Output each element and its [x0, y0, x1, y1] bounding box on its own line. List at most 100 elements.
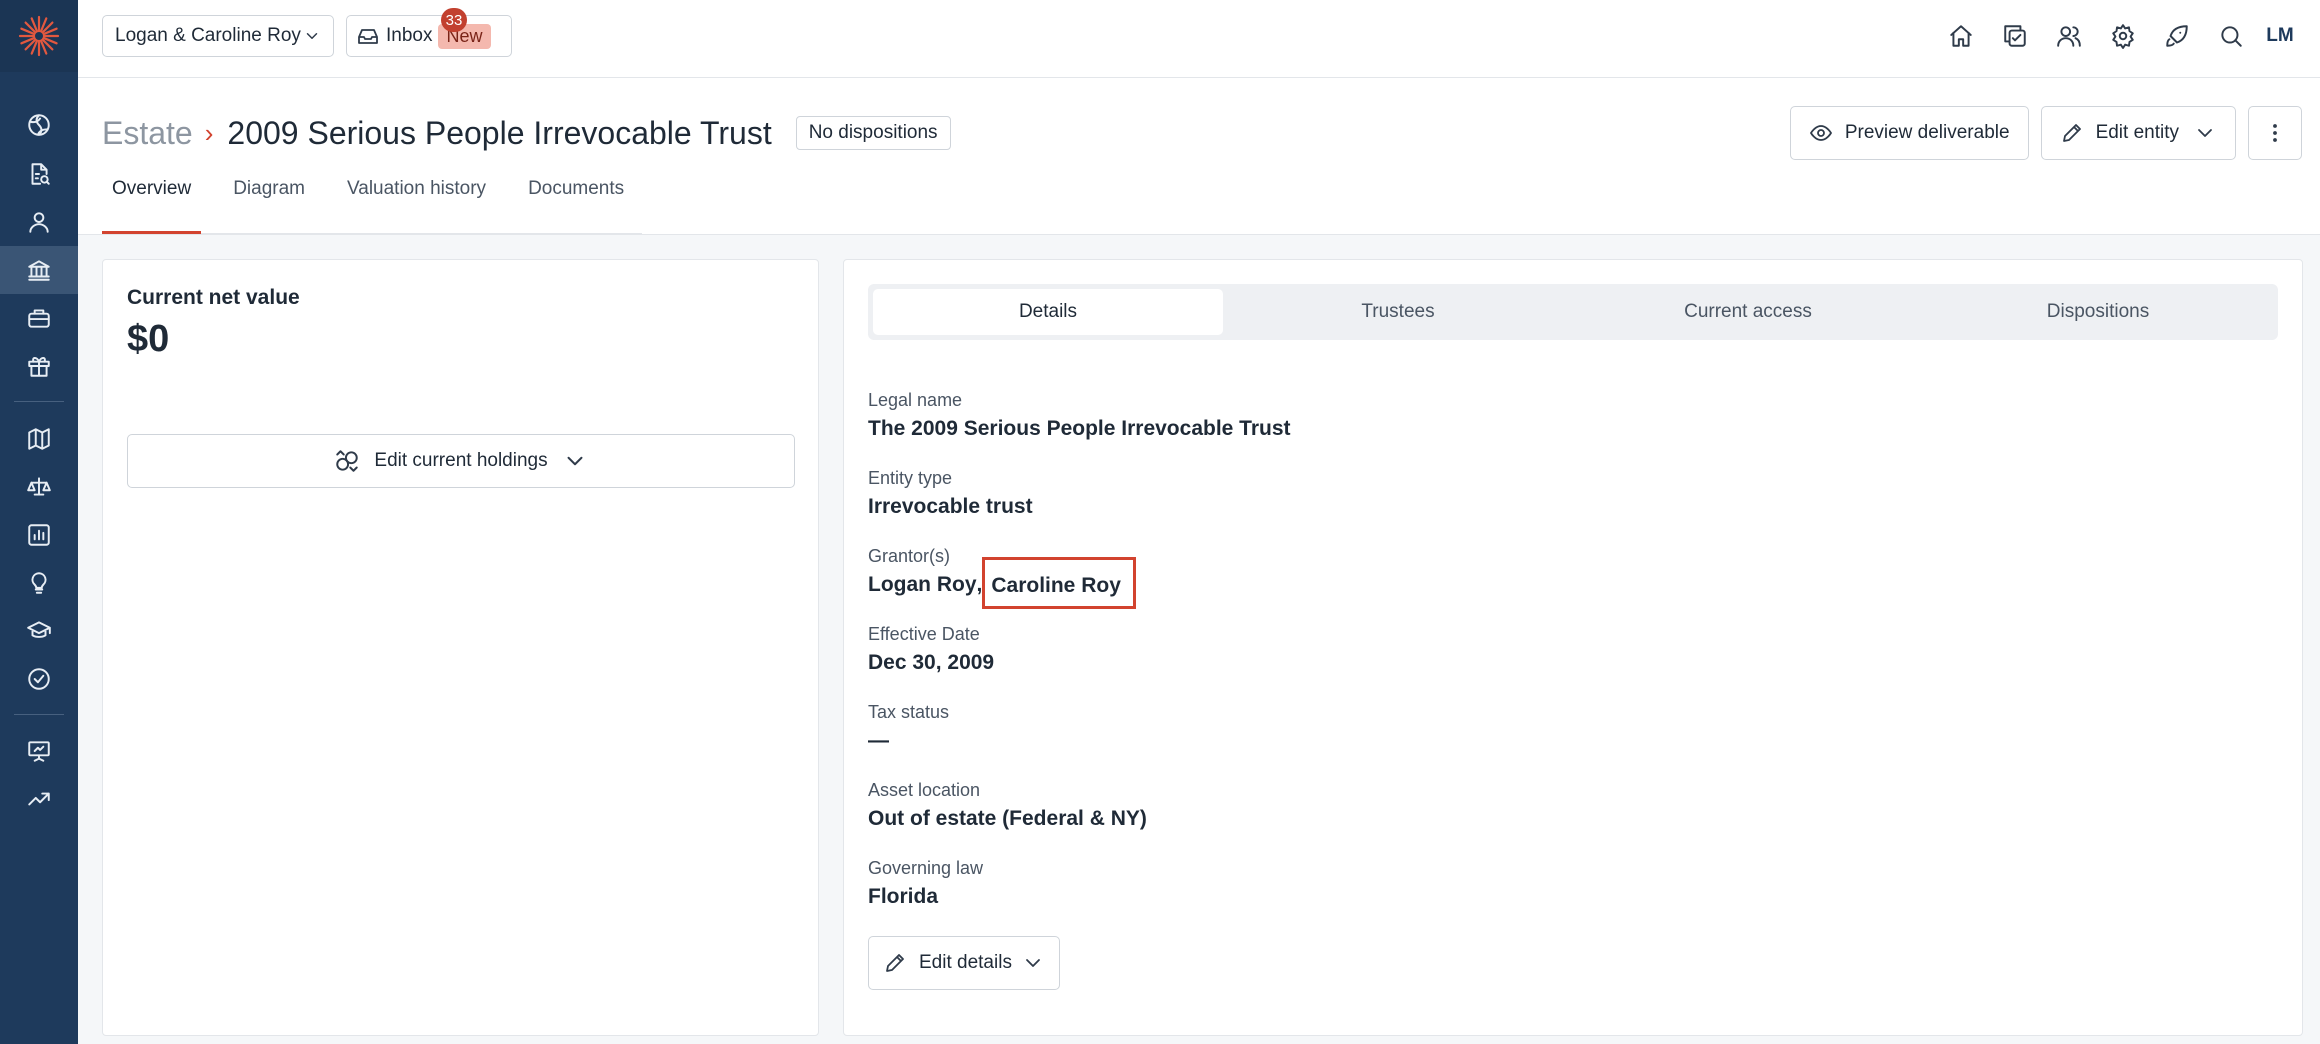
tasks-button[interactable]	[1988, 9, 2042, 63]
chevron-down-icon	[306, 33, 318, 39]
rail-item-gifting[interactable]	[0, 342, 78, 390]
inbox-button[interactable]: Inbox New 33	[346, 8, 512, 57]
entity-type-value: Irrevocable trust	[868, 495, 1033, 518]
preview-deliverable-label: Preview deliverable	[1844, 122, 2010, 143]
rail-item-map[interactable]	[0, 415, 78, 463]
kebab-menu-icon	[2273, 124, 2277, 142]
home-button[interactable]	[1934, 9, 1988, 63]
graduation-cap-icon	[27, 621, 51, 638]
tab-documents[interactable]: Documents	[518, 178, 634, 234]
rocket-icon	[2166, 25, 2188, 47]
legal-name-label: Legal name	[868, 390, 963, 410]
map-icon	[28, 428, 50, 450]
grantor-caroline-roy-highlighted[interactable]: Caroline Roy	[982, 557, 1136, 609]
household-label: Logan & Caroline Roy	[115, 25, 301, 46]
rail-item-estate[interactable]	[0, 246, 78, 294]
breadcrumb: Estate › 2009 Serious People Irrevocable…	[102, 108, 951, 158]
bar-chart-icon	[28, 524, 50, 546]
edit-entity-label: Edit entity	[2095, 122, 2179, 143]
segment-details[interactable]: Details	[873, 289, 1223, 335]
top-bar: Logan & Caroline Roy Inbox New 33 LM	[78, 0, 2320, 78]
effective-date-label: Effective Date	[868, 624, 980, 644]
user-avatar[interactable]: LM	[2258, 14, 2302, 58]
search-button[interactable]	[2204, 9, 2258, 63]
details-fields: Legal name The 2009 Serious People Irrev…	[868, 390, 1291, 936]
entity-details-card: Details Trustees Current access Disposit…	[843, 259, 2303, 1036]
legal-name-field: Legal name The 2009 Serious People Irrev…	[868, 390, 1291, 468]
tax-status-field: Tax status —	[868, 702, 1291, 780]
users-icon	[2057, 26, 2081, 47]
net-value-label: Current net value	[127, 286, 300, 309]
edit-details-label: Edit details	[919, 952, 1012, 973]
rail-item-documents[interactable]	[0, 150, 78, 198]
trending-up-icon	[28, 792, 50, 806]
entity-type-field: Entity type Irrevocable trust	[868, 468, 1291, 546]
household-selector[interactable]: Logan & Caroline Roy	[102, 15, 334, 57]
rail-item-insights[interactable]	[0, 559, 78, 607]
inbox-count-badge: 33	[441, 8, 467, 32]
page-header: Estate › 2009 Serious People Irrevocable…	[78, 78, 2320, 235]
sunburst-logo-icon	[18, 15, 60, 57]
chevron-down-icon	[1026, 959, 1040, 967]
rail-item-balance[interactable]	[0, 463, 78, 511]
effective-date-field: Effective Date Dec 30, 2009	[868, 624, 1291, 702]
scale-icon	[27, 477, 51, 496]
tax-status-label: Tax status	[868, 702, 950, 722]
edit-details-button[interactable]: Edit details	[868, 936, 1060, 990]
left-nav-rail	[0, 0, 78, 1044]
page-tabs: Overview Diagram Valuation history Docum…	[102, 178, 656, 234]
governing-law-label: Governing law	[868, 858, 984, 878]
more-actions-button[interactable]	[2248, 106, 2302, 160]
asset-location-value: Out of estate (Federal & NY)	[868, 807, 1147, 830]
rail-item-tasks[interactable]	[0, 655, 78, 703]
edit-holdings-label: Edit current holdings	[374, 450, 548, 471]
breadcrumb-root-link[interactable]: Estate	[102, 115, 193, 152]
rail-item-assets[interactable]	[0, 294, 78, 342]
preview-deliverable-button[interactable]: Preview deliverable	[1789, 106, 2029, 160]
inbox-label: Inbox	[386, 25, 433, 46]
chevron-right-icon: ›	[204, 117, 214, 148]
rail-item-trends[interactable]	[0, 775, 78, 823]
grantors-field: Grantor(s) Logan Roy, Caroline Roy	[868, 546, 1291, 624]
clients-button[interactable]	[2042, 9, 2096, 63]
presentation-icon	[28, 741, 50, 762]
edit-holdings-button[interactable]: Edit current holdings	[127, 434, 795, 488]
briefcase-icon	[28, 309, 50, 328]
eye-icon	[1809, 125, 1832, 141]
launch-button[interactable]	[2150, 9, 2204, 63]
tab-overview[interactable]: Overview	[102, 178, 202, 234]
gift-icon	[28, 357, 50, 377]
tab-valuation-history[interactable]: Valuation history	[337, 178, 496, 234]
rail-item-people[interactable]	[0, 198, 78, 246]
rail-item-education[interactable]	[0, 607, 78, 655]
holdings-exchange-icon	[336, 450, 359, 472]
lightbulb-icon	[31, 572, 47, 594]
settings-button[interactable]	[2096, 9, 2150, 63]
net-value-amount: $0	[127, 318, 170, 360]
globe-icon	[28, 114, 50, 136]
segment-trustees[interactable]: Trustees	[1223, 289, 1573, 335]
effective-date-value: Dec 30, 2009	[868, 651, 995, 674]
pencil-icon	[2062, 124, 2081, 142]
page-title: 2009 Serious People Irrevocable Trust	[227, 114, 772, 151]
rail-item-presentations[interactable]	[0, 727, 78, 775]
segment-dispositions[interactable]: Dispositions	[1923, 289, 2273, 335]
top-icon-bar: LM	[1934, 0, 2302, 72]
check-circle-icon	[28, 668, 50, 690]
segment-current-access[interactable]: Current access	[1573, 289, 1923, 335]
pencil-icon	[886, 954, 904, 972]
task-list-icon	[2004, 25, 2026, 47]
edit-entity-button[interactable]: Edit entity	[2040, 106, 2236, 160]
grantors-value: Logan Roy, Caroline Roy	[868, 557, 1291, 609]
chevron-down-icon	[2198, 129, 2212, 137]
asset-location-label: Asset location	[868, 780, 981, 800]
search-icon	[2221, 26, 2242, 47]
rail-item-reports[interactable]	[0, 511, 78, 559]
tab-diagram[interactable]: Diagram	[223, 178, 315, 234]
app-logo[interactable]	[0, 0, 78, 72]
details-segmented-control: Details Trustees Current access Disposit…	[868, 284, 2278, 340]
rail-item-overview[interactable]	[0, 101, 78, 149]
entity-type-label: Entity type	[868, 468, 953, 488]
home-icon	[1950, 25, 1972, 47]
bank-icon	[28, 260, 50, 281]
